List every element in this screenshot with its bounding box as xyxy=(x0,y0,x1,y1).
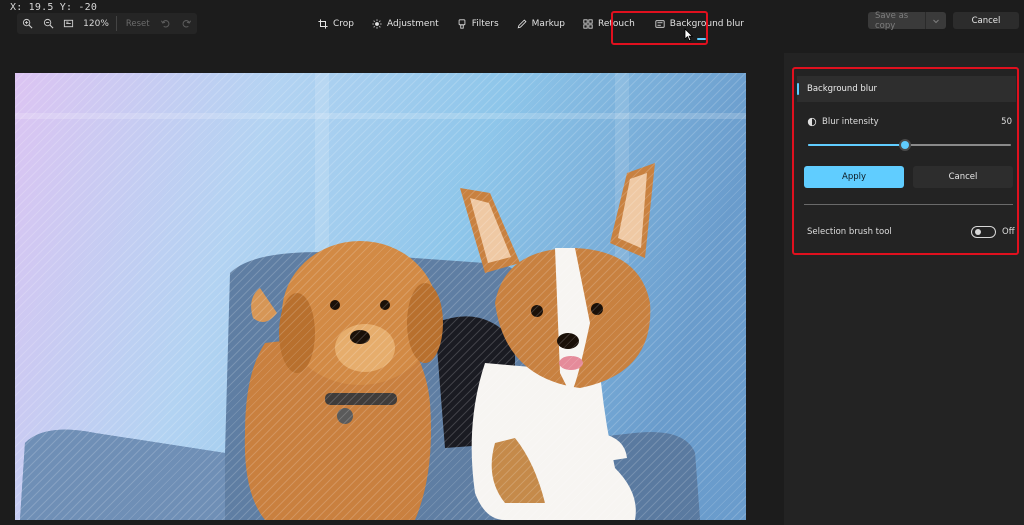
reset-button[interactable]: Reset xyxy=(120,19,156,29)
tool-adjustment-label: Adjustment xyxy=(387,19,439,29)
tool-markup-label: Markup xyxy=(531,19,566,29)
undo-button[interactable] xyxy=(156,13,177,34)
pen-icon xyxy=(517,19,527,29)
tool-crop-label: Crop xyxy=(333,19,355,29)
blur-selection-overlay xyxy=(15,73,746,520)
chevron-down-icon[interactable] xyxy=(925,12,946,29)
zoom-in-button[interactable] xyxy=(17,13,38,34)
filter-icon xyxy=(458,19,466,29)
redo-icon xyxy=(182,20,192,28)
tool-markup[interactable]: Markup xyxy=(517,19,565,29)
cursor-coordinates: X: 19.5 Y: -20 xyxy=(10,2,98,13)
save-as-copy-button[interactable]: Save as copy xyxy=(868,10,946,31)
zoom-out-button[interactable] xyxy=(38,13,59,34)
top-cancel-button[interactable]: Cancel xyxy=(953,12,1019,29)
mouse-cursor-icon xyxy=(684,28,694,42)
undo-icon xyxy=(161,20,170,28)
panel-highlight-box xyxy=(792,67,1019,255)
zoom-in-icon xyxy=(22,18,33,29)
zoom-controls: 120% Reset xyxy=(17,13,197,34)
retouch-icon xyxy=(583,19,593,29)
zoom-level[interactable]: 120% xyxy=(79,19,113,29)
redo-button[interactable] xyxy=(176,13,197,34)
zoom-out-icon xyxy=(43,18,54,29)
brightness-icon xyxy=(372,19,382,29)
tool-filters-label: Filters xyxy=(471,19,499,29)
photo-canvas[interactable] xyxy=(15,73,746,520)
tool-adjustment[interactable]: Adjustment xyxy=(372,19,439,29)
fit-to-window-icon xyxy=(64,19,74,28)
save-as-copy-label: Save as copy xyxy=(875,10,909,31)
tool-crop[interactable]: Crop xyxy=(318,19,354,29)
fit-to-window-button[interactable] xyxy=(58,13,79,34)
crop-icon xyxy=(318,19,328,29)
zoom-separator xyxy=(115,16,117,31)
tool-filters[interactable]: Filters xyxy=(457,19,499,29)
